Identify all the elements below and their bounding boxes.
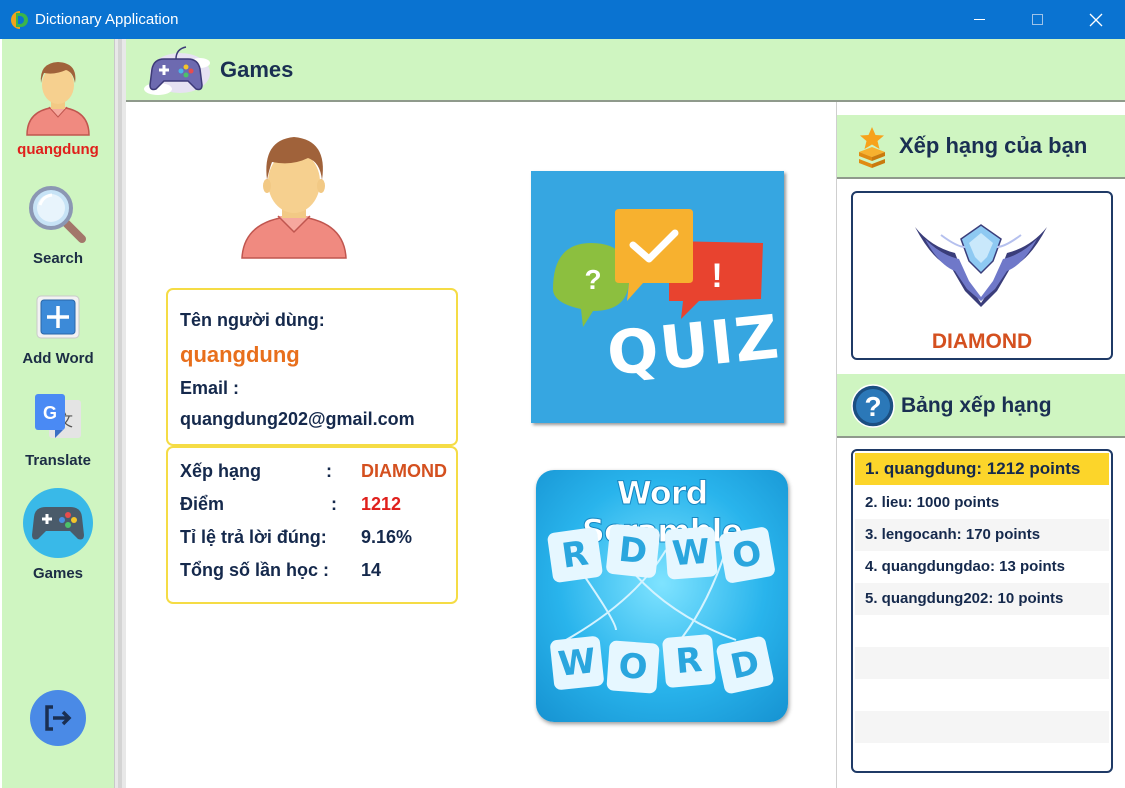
leaderboard-row[interactable]: 1. quangdung: 1212 points xyxy=(855,453,1109,485)
logout-button[interactable] xyxy=(2,689,114,751)
your-rank-value: DIAMOND xyxy=(931,330,1033,353)
sidebar-item-add-word[interactable]: Add Word xyxy=(2,294,114,367)
close-icon xyxy=(1089,13,1103,26)
minimize-button[interactable] xyxy=(950,0,1008,39)
leaderboard-title: Bảng xếp hạng xyxy=(901,394,1052,417)
letter-tile: W xyxy=(549,635,605,691)
leaderboard-row[interactable]: 5. quangdung202: 10 points xyxy=(855,583,1109,615)
svg-text:?: ? xyxy=(864,391,881,422)
leaderboard-empty-row xyxy=(855,711,1109,743)
magnifier-icon xyxy=(29,186,86,243)
quiz-icon: ? ! xyxy=(553,209,763,327)
stat-value: 14 xyxy=(361,560,382,580)
leaderboard-row[interactable]: 2. lieu: 1000 points xyxy=(855,487,1109,519)
rank-star-icon xyxy=(859,127,885,168)
stat-colon: : xyxy=(326,461,332,481)
stat-value: 1212 xyxy=(361,494,402,514)
stats-card: Xếp hạng : DIAMOND Điểm : 1212 Tỉ lệ trả… xyxy=(166,446,458,604)
leaderboard-row[interactable]: 4. quangdungdao: 13 points xyxy=(855,551,1109,583)
word-scramble-game-button[interactable]: Word Scramble R D W O W O R D xyxy=(536,470,788,722)
stat-label: Tổng số lần học : xyxy=(180,560,329,580)
scramble-bottom-letters: W O R D xyxy=(549,630,780,695)
sidebar-user[interactable]: quangdung xyxy=(2,57,114,158)
letter-tile: R xyxy=(661,633,717,689)
diamond-rank-emblem xyxy=(915,224,1047,307)
leaderboard-empty-row xyxy=(855,679,1109,711)
letter-tile: D xyxy=(605,523,661,579)
sidebar: quangdung Search Add Word 文 G Translate xyxy=(2,39,114,788)
letter-tile: O xyxy=(718,526,776,584)
right-panel-divider xyxy=(836,102,837,788)
email-value: quangdung202@gmail.com xyxy=(180,409,415,429)
profile-avatar-icon xyxy=(241,137,347,259)
your-rank-box: DIAMOND xyxy=(851,191,1113,360)
sidebar-item-search[interactable]: Search xyxy=(2,184,114,267)
sidebar-item-label: Search xyxy=(32,250,84,267)
stat-row-accuracy: Tỉ lệ trả lời đúng: 9.16% xyxy=(180,527,450,551)
stat-row-rank: Xếp hạng : DIAMOND xyxy=(180,461,450,485)
sidebar-username: quangdung xyxy=(17,141,99,158)
sidebar-item-games[interactable]: Games xyxy=(2,487,114,582)
svg-text:?: ? xyxy=(584,264,601,295)
svg-text:G: G xyxy=(43,403,57,423)
leaderboard-empty-row xyxy=(855,647,1109,679)
gamepad-icon xyxy=(23,488,93,558)
username-label: Tên người dùng: xyxy=(180,310,325,330)
leaderboard-empty-row xyxy=(855,743,1109,771)
window-title: Dictionary Application xyxy=(35,11,179,28)
sidebar-item-translate[interactable]: 文 G Translate xyxy=(2,392,114,469)
stat-label: Xếp hạng xyxy=(180,461,262,481)
leaderboard-empty-row xyxy=(855,615,1109,647)
email-label: Email : xyxy=(180,378,240,398)
stat-label: Điểm xyxy=(180,494,225,514)
google-translate-icon: 文 G xyxy=(35,394,81,438)
letter-tile: O xyxy=(606,640,660,694)
your-rank-title: Xếp hạng của bạn xyxy=(899,133,1088,158)
maximize-button[interactable] xyxy=(1008,0,1066,39)
page-title: Games xyxy=(220,57,294,82)
logout-icon xyxy=(30,690,86,746)
letter-tile: R xyxy=(546,526,604,584)
leaderboard-row[interactable]: 3. lengocanh: 170 points xyxy=(855,519,1109,551)
add-icon xyxy=(36,295,80,339)
maximize-icon xyxy=(1031,14,1043,25)
sidebar-item-label: Add Word xyxy=(22,350,94,367)
close-button[interactable] xyxy=(1067,0,1125,39)
username-value: quangdung xyxy=(180,342,300,367)
stat-value: 9.16% xyxy=(361,527,413,547)
stat-row-points: Điểm : 1212 xyxy=(180,494,450,518)
user-info-card: Tên người dùng: quangdung Email : quangd… xyxy=(166,288,458,446)
stat-label: Tỉ lệ trả lời đúng: xyxy=(180,527,327,547)
stat-row-study-count: Tổng số lần học : 14 xyxy=(180,560,450,584)
stat-colon: : xyxy=(331,494,337,514)
svg-text:!: ! xyxy=(711,257,722,295)
question-icon: ? xyxy=(851,384,895,428)
leaderboard-header: ? Bảng xếp hạng xyxy=(837,374,1125,438)
letter-tile: D xyxy=(715,635,775,695)
sidebar-divider xyxy=(114,39,126,788)
sidebar-item-label: Translate xyxy=(25,452,91,469)
app-logo-icon xyxy=(11,10,29,29)
your-rank-header: Xếp hạng của bạn xyxy=(837,115,1125,179)
stat-value: DIAMOND xyxy=(361,461,447,481)
title-bar: Dictionary Application xyxy=(0,0,1125,39)
game-controller-icon xyxy=(144,46,210,95)
letter-tile: W xyxy=(664,526,718,580)
page-header: Games xyxy=(126,39,1125,102)
user-avatar-icon xyxy=(26,62,90,136)
minimize-icon xyxy=(973,19,985,20)
quiz-game-button[interactable]: ? ! QUIZ xyxy=(531,171,784,423)
scramble-top-letters: R D W O xyxy=(546,522,780,586)
leaderboard-list: 1. quangdung: 1212 points 2. lieu: 1000 … xyxy=(851,449,1113,773)
sidebar-item-label: Games xyxy=(32,565,84,582)
